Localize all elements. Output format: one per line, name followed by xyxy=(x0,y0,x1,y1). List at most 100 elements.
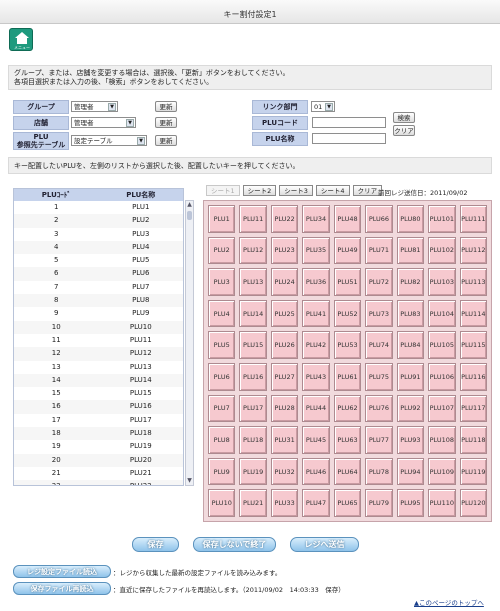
plu-list-scrollbar[interactable]: ▲ ▼ xyxy=(185,200,194,486)
tab-sheet-3[interactable]: シート3 xyxy=(279,185,313,196)
plu-key[interactable]: PLU23 xyxy=(270,236,299,265)
plu-key[interactable]: PLU18 xyxy=(239,426,267,454)
plu-table-select[interactable]: 設定テーブル ▼ xyxy=(71,135,147,146)
list-item[interactable]: 21 PLU21 xyxy=(14,467,183,480)
plu-key[interactable]: PLU44 xyxy=(302,394,330,423)
plu-key[interactable]: PLU83 xyxy=(396,299,425,328)
plu-key[interactable]: PLU72 xyxy=(365,268,393,296)
exit-without-save-button[interactable]: 保存しないで終了 xyxy=(193,537,276,552)
list-item[interactable]: 8 PLU8 xyxy=(14,294,183,308)
plu-key[interactable]: PLU116 xyxy=(459,363,487,391)
plu-key[interactable]: PLU52 xyxy=(333,299,362,328)
plu-key[interactable]: PLU113 xyxy=(459,268,487,296)
list-item[interactable]: 2 PLU2 xyxy=(14,214,183,228)
plu-key[interactable]: PLU10 xyxy=(208,489,236,517)
list-item[interactable]: 19 PLU19 xyxy=(14,440,183,453)
plu-key[interactable]: PLU102 xyxy=(428,236,456,265)
plu-key[interactable]: PLU25 xyxy=(270,299,299,328)
reload-saved-file-button[interactable]: 保存ファイル再読込 xyxy=(13,582,111,595)
plu-key[interactable]: PLU47 xyxy=(302,489,330,517)
plu-key[interactable]: PLU41 xyxy=(302,299,330,328)
plu-key[interactable]: PLU104 xyxy=(428,299,456,328)
plu-key[interactable]: PLU75 xyxy=(365,363,393,391)
plu-key[interactable]: PLU78 xyxy=(365,457,393,486)
plu-key[interactable]: PLU14 xyxy=(239,299,267,328)
list-item[interactable]: 15 PLU15 xyxy=(14,387,183,400)
plu-key[interactable]: PLU11 xyxy=(239,205,267,233)
list-item[interactable]: 9 PLU9 xyxy=(14,307,183,320)
plu-key[interactable]: PLU8 xyxy=(208,426,236,454)
plu-key[interactable]: PLU103 xyxy=(428,268,456,296)
plu-key[interactable]: PLU80 xyxy=(396,205,425,233)
save-button[interactable]: 保存 xyxy=(132,537,179,552)
plu-key[interactable]: PLU36 xyxy=(302,268,330,296)
list-item[interactable]: 16 PLU16 xyxy=(14,400,183,414)
plu-key[interactable]: PLU4 xyxy=(208,299,236,328)
plu-key[interactable]: PLU7 xyxy=(208,394,236,423)
plu-key[interactable]: PLU93 xyxy=(396,426,425,454)
list-item[interactable]: 1 PLU1 xyxy=(14,201,183,214)
plu-key[interactable]: PLU111 xyxy=(459,205,487,233)
scroll-down-icon[interactable]: ▼ xyxy=(186,477,193,485)
search-button[interactable]: 検索 xyxy=(393,112,415,123)
plu-key[interactable]: PLU91 xyxy=(396,363,425,391)
plu-key[interactable]: PLU94 xyxy=(396,457,425,486)
plu-key[interactable]: PLU79 xyxy=(365,489,393,517)
plu-key[interactable]: PLU105 xyxy=(428,331,456,359)
store-update-button[interactable]: 更新 xyxy=(155,117,177,128)
clear-search-button[interactable]: クリア xyxy=(393,125,415,136)
plu-key[interactable]: PLU33 xyxy=(270,489,299,517)
plu-key[interactable]: PLU2 xyxy=(208,236,236,265)
load-register-file-button[interactable]: レジ設定ファイル読込 xyxy=(13,565,111,578)
plu-key[interactable]: PLU73 xyxy=(365,299,393,328)
plu-key[interactable]: PLU19 xyxy=(239,457,267,486)
plu-key[interactable]: PLU92 xyxy=(396,394,425,423)
back-to-top-link[interactable]: ▲このページのトップへ xyxy=(414,597,484,607)
plu-key[interactable]: PLU112 xyxy=(459,236,487,265)
plu-key[interactable]: PLU66 xyxy=(365,205,393,233)
plu-key[interactable]: PLU77 xyxy=(365,426,393,454)
send-to-register-button[interactable]: レジへ送信 xyxy=(290,537,359,552)
plu-key[interactable]: PLU64 xyxy=(333,457,362,486)
list-item[interactable]: 22PLU22 xyxy=(14,480,183,485)
list-item[interactable]: 18 PLU18 xyxy=(14,427,183,441)
plu-key[interactable]: PLU107 xyxy=(428,394,456,423)
plu-key[interactable]: PLU34 xyxy=(302,205,330,233)
plu-key[interactable]: PLU110 xyxy=(428,489,456,517)
plu-key[interactable]: PLU81 xyxy=(396,236,425,265)
plu-key[interactable]: PLU119 xyxy=(459,457,487,486)
scroll-up-icon[interactable]: ▲ xyxy=(186,201,193,209)
list-item[interactable]: 17 PLU17 xyxy=(14,414,183,427)
list-item[interactable]: 13 PLU13 xyxy=(14,361,183,374)
group-select[interactable]: 管理者 ▼ xyxy=(71,101,118,112)
list-item[interactable]: 4 PLU4 xyxy=(14,240,183,255)
plu-key[interactable]: PLU106 xyxy=(428,363,456,391)
plu-key[interactable]: PLU51 xyxy=(333,268,362,296)
plu-key[interactable]: PLU5 xyxy=(208,331,236,359)
plu-key[interactable]: PLU17 xyxy=(239,394,267,423)
plu-key[interactable]: PLU115 xyxy=(459,331,487,359)
list-item[interactable]: 5 PLU5 xyxy=(14,254,183,267)
plu-key[interactable]: PLU43 xyxy=(302,363,330,391)
tab-sheet-4[interactable]: シート4 xyxy=(315,185,350,196)
list-item[interactable]: 11 PLU11 xyxy=(14,334,183,347)
plu-key[interactable]: PLU22 xyxy=(270,205,299,233)
plu-key[interactable]: PLU32 xyxy=(270,457,299,486)
plu-table-update-button[interactable]: 更新 xyxy=(155,135,177,146)
plu-key[interactable]: PLU12 xyxy=(239,236,267,265)
plu-key[interactable]: PLU15 xyxy=(239,331,267,359)
plu-key[interactable]: PLU120 xyxy=(459,489,487,517)
plu-key[interactable]: PLU46 xyxy=(302,457,330,486)
link-dept-select[interactable]: 01 ▼ xyxy=(311,101,335,112)
plu-key[interactable]: PLU16 xyxy=(239,363,267,391)
group-update-button[interactable]: 更新 xyxy=(155,101,177,112)
plu-key[interactable]: PLU76 xyxy=(365,394,393,423)
list-item[interactable]: 14 PLU14 xyxy=(14,373,183,388)
plu-key[interactable]: PLU65 xyxy=(333,489,362,517)
plu-key[interactable]: PLU13 xyxy=(239,268,267,296)
plu-key[interactable]: PLU101 xyxy=(428,205,456,233)
tab-sheet-2[interactable]: シート2 xyxy=(242,185,277,196)
plu-key[interactable]: PLU6 xyxy=(208,363,236,391)
plu-code-input[interactable] xyxy=(312,117,386,128)
list-item[interactable]: 3 PLU3 xyxy=(14,228,183,241)
